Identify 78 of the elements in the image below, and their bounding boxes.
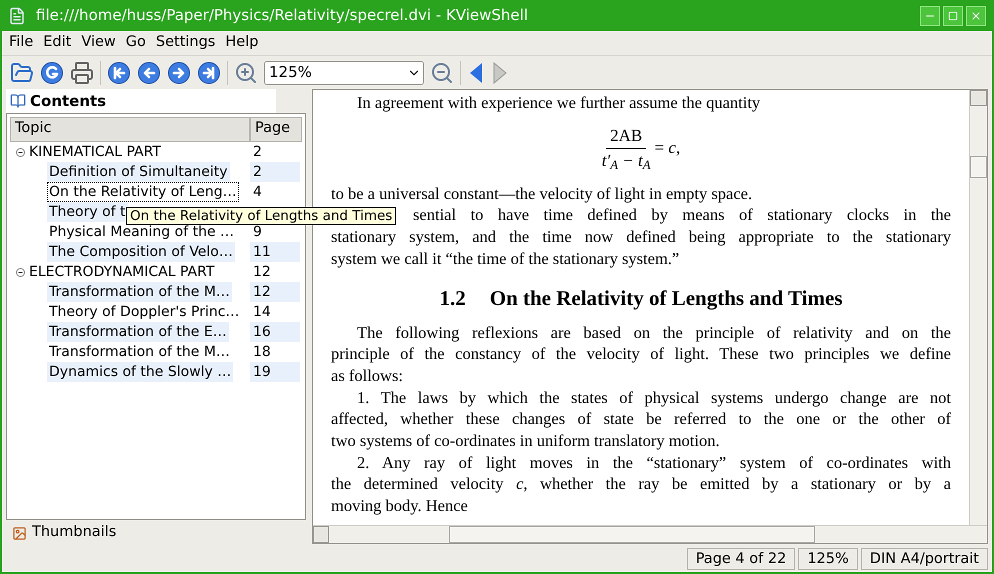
tree-item[interactable]: Transformation of the M… bbox=[47, 342, 232, 362]
book-icon bbox=[10, 93, 26, 109]
section-number: 1.2 bbox=[439, 284, 466, 312]
tree-item[interactable]: KINEMATICAL PART bbox=[27, 142, 163, 162]
menu-item[interactable]: Settings bbox=[152, 32, 218, 54]
document-text: as follows: bbox=[331, 364, 404, 387]
document-text: principle of the constancy of the velocity of light. These two principles we define bbox=[331, 343, 951, 365]
document-text: The following reflexions are based on the principle of relativity and on the bbox=[356, 322, 951, 344]
vertical-scrollbar[interactable] bbox=[969, 90, 987, 525]
tree-item[interactable]: Theory of t bbox=[47, 202, 128, 222]
horizontal-scrollbar[interactable] bbox=[313, 525, 987, 543]
first-page-icon[interactable] bbox=[107, 60, 131, 84]
document-text: sential to have time defined by means of stationary clocks in the bbox=[413, 204, 951, 226]
image-icon bbox=[12, 526, 27, 540]
document-text: stationary system, and the time now defined being appropriate to the stationary bbox=[331, 226, 951, 248]
maximize-icon bbox=[948, 10, 958, 20]
maximize-button[interactable] bbox=[943, 6, 963, 26]
document-text: system we call it “the time of the stationary system.” bbox=[331, 248, 680, 270]
back-icon[interactable] bbox=[137, 60, 161, 84]
sidebar-tab[interactable]: Thumbnails bbox=[6, 520, 276, 546]
page-number: 2 bbox=[250, 162, 300, 182]
page-number: 12 bbox=[252, 263, 272, 282]
page-number: 11 bbox=[250, 242, 300, 262]
document-text: affected, whether these changes of state be referred to the one or the other of bbox=[331, 408, 951, 430]
reload-icon[interactable] bbox=[40, 60, 64, 84]
menu-item[interactable]: View bbox=[78, 32, 119, 54]
close-icon bbox=[970, 10, 982, 22]
page-number: 18 bbox=[252, 343, 272, 362]
zoom-out-icon[interactable] bbox=[430, 60, 454, 84]
document-text: 1. The laws by which the states of physical systems undergo change are not bbox=[356, 386, 951, 408]
close-button[interactable] bbox=[966, 6, 986, 26]
last-page-icon[interactable] bbox=[197, 60, 221, 84]
equation-denominator: t′$_{A}$ − t$_{A}$ bbox=[602, 150, 651, 173]
folder-icon[interactable] bbox=[10, 60, 34, 84]
page-number: 19 bbox=[250, 362, 300, 382]
tree-item[interactable]: The Composition of Velo… bbox=[47, 242, 235, 262]
menu-item[interactable]: Go bbox=[122, 32, 149, 54]
page-number: 4 bbox=[252, 183, 263, 202]
tree-item[interactable]: Theory of Doppler's Princ… bbox=[47, 302, 242, 322]
document-icon bbox=[8, 6, 26, 24]
column-header[interactable]: Topic bbox=[10, 117, 250, 142]
document-text: to be a universal constant—the velocity of light in empty space. bbox=[331, 182, 754, 204]
section-heading: On the Relativity of Lengths and Times bbox=[490, 284, 842, 312]
menu-item[interactable]: Edit bbox=[40, 32, 74, 54]
column-header[interactable]: Page bbox=[250, 117, 302, 142]
tree-item[interactable]: Transformation of the M… bbox=[47, 282, 232, 302]
page-number: 12 bbox=[250, 282, 300, 302]
next-icon[interactable] bbox=[491, 60, 509, 84]
document-text: In agreement with experience we further assume the quantity bbox=[356, 92, 762, 114]
forward-icon[interactable] bbox=[167, 60, 191, 84]
page-number: 14 bbox=[252, 303, 272, 322]
collapse-icon[interactable] bbox=[16, 148, 25, 156]
status-field: Page 4 of 22 bbox=[686, 548, 796, 570]
print-icon[interactable] bbox=[70, 60, 94, 84]
page-number: 16 bbox=[250, 322, 300, 342]
page-number: 2 bbox=[252, 143, 263, 162]
zoom-combo[interactable]: 125% bbox=[264, 60, 424, 84]
sidebar-tab[interactable]: Contents bbox=[6, 89, 276, 113]
tree-item[interactable]: Definition of Simultaneity bbox=[47, 162, 230, 182]
document-text: the determined velocity c, whether the ray be emitted by a stationary or by a bbox=[331, 473, 951, 496]
document-text: two systems of co-ordinates in uniform translatory motion. bbox=[331, 430, 721, 452]
status-field: 125% bbox=[798, 548, 858, 570]
status-field: DIN A4/portrait bbox=[860, 548, 988, 570]
tree-item[interactable]: ELECTRODYNAMICAL PART bbox=[27, 262, 216, 282]
window-title: file:///home/huss/Paper/Physics/Relativity/specrel.dvi - KViewShell bbox=[36, 5, 529, 26]
zoom-in-icon[interactable] bbox=[234, 60, 258, 84]
page-number: 9 bbox=[252, 223, 263, 242]
tree-item[interactable]: Dynamics of the Slowly … bbox=[47, 362, 234, 382]
equation-numerator: 2AB bbox=[606, 124, 646, 149]
equation-rhs: = c, bbox=[654, 137, 680, 160]
menu-item[interactable]: File bbox=[6, 32, 36, 54]
collapse-icon[interactable] bbox=[16, 268, 25, 276]
tree-item[interactable]: Transformation of the E… bbox=[47, 322, 229, 342]
menu-item[interactable]: Help bbox=[222, 32, 262, 54]
document-text: moving body. Hence bbox=[331, 495, 469, 517]
tooltip: On the Relativity of Lengths and Times bbox=[126, 207, 396, 225]
tree-item[interactable]: Physical Meaning of the … bbox=[47, 222, 236, 242]
document-text: 2. Any ray of light moves in the “stationary” system of co-ordinates with bbox=[356, 452, 951, 474]
